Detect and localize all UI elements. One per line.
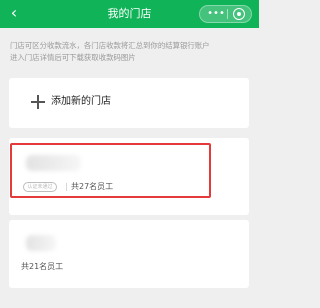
add-store-card[interactable]: 添加新的门店 — [9, 78, 249, 128]
target-circle-icon[interactable] — [233, 8, 245, 20]
plus-icon — [31, 95, 45, 109]
status-badge: 认证未通过 — [23, 182, 57, 192]
staff-count: 共21名员工 — [21, 262, 64, 271]
staff-count: 共27名员工 — [71, 182, 114, 191]
store-card[interactable]: 认证未通过 共27名员工 — [9, 138, 249, 215]
store-name-blurred — [26, 235, 56, 251]
divider — [66, 183, 67, 191]
capsule-divider — [227, 9, 228, 19]
notice-text: 门店可区分收款流水，各门店收款将汇总到你的结算银行账户 进入门店详情后可下载获取… — [10, 40, 252, 64]
add-store-label: 添加新的门店 — [51, 96, 111, 107]
notice-line: 门店可区分收款流水，各门店收款将汇总到你的结算银行账户 进入门店详情后可下载获取… — [10, 41, 210, 62]
store-card[interactable]: 共21名员工 — [9, 220, 249, 288]
miniprogram-capsule: ••• — [199, 5, 252, 23]
store-name-blurred — [26, 155, 81, 171]
navbar: ‹ 我的门店 ••• — [0, 0, 259, 28]
more-dots-icon[interactable]: ••• — [206, 6, 226, 22]
